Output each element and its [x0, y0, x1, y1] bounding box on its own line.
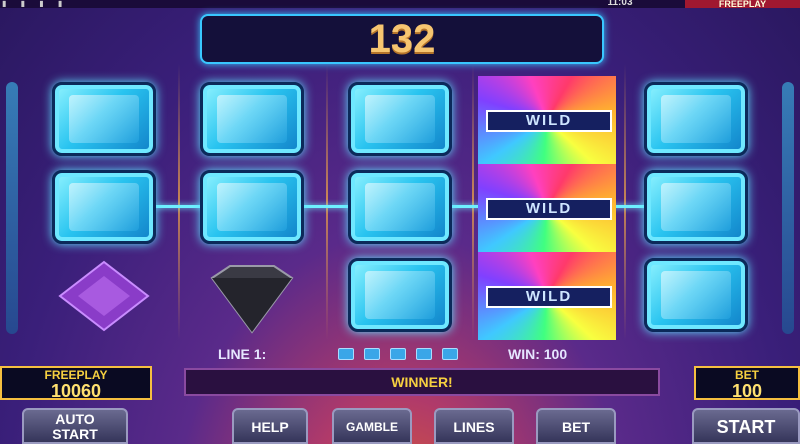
line-symbol-marker	[338, 348, 354, 360]
payline	[154, 205, 204, 208]
wild-symbol: WILD	[478, 252, 616, 340]
auto-start-label-line2: START	[52, 426, 98, 442]
right-line-indicator	[782, 82, 794, 334]
ice-gem-symbol	[644, 258, 748, 332]
wild-symbol: WILD	[478, 76, 616, 164]
reel-divider	[326, 64, 328, 340]
line-symbol-marker	[364, 348, 380, 360]
credit-panel: FREEPLAY 10060	[0, 366, 152, 400]
auto-start-label-line1: AUTO	[55, 411, 95, 427]
lines-button[interactable]: LINES	[434, 408, 514, 444]
bet-panel: BET 100	[694, 366, 800, 400]
reel-divider	[624, 64, 626, 340]
wild-label: WILD	[486, 198, 612, 220]
ice-gem-symbol	[348, 170, 452, 244]
ice-gem-symbol	[200, 82, 304, 156]
start-button[interactable]: START	[692, 408, 800, 444]
gamble-button[interactable]: GAMBLE	[332, 408, 412, 444]
payline	[302, 205, 352, 208]
bet-value: 100	[731, 381, 763, 401]
win-amount: 132	[368, 17, 436, 61]
status-bar: ▮ ▮ ▮ ▮ 11:03 FREEPLAY	[0, 0, 800, 9]
bet-label: BET	[735, 368, 759, 382]
ice-gem-symbol	[200, 170, 304, 244]
ice-gem-symbol	[52, 170, 156, 244]
help-label: HELP	[251, 419, 289, 435]
dark-diamond-symbol	[210, 265, 294, 334]
credit-label: FREEPLAY	[44, 368, 108, 382]
wild-symbol: WILD	[478, 164, 616, 252]
ice-gem-symbol	[644, 170, 748, 244]
gamble-label: GAMBLE	[346, 420, 398, 434]
clock: 11:03	[607, 0, 633, 8]
lines-label: LINES	[453, 419, 495, 435]
help-button[interactable]: HELP	[232, 408, 308, 444]
wild-label: WILD	[486, 110, 612, 132]
bet-button[interactable]: BET	[536, 408, 616, 444]
win-display: 132	[200, 14, 604, 64]
ice-gem-symbol	[348, 258, 452, 332]
line-symbol-marker	[442, 348, 458, 360]
mode-indicator: FREEPLAY	[685, 0, 800, 9]
start-label: START	[716, 417, 776, 437]
ice-gem-symbol	[644, 82, 748, 156]
line-symbol-marker	[390, 348, 406, 360]
line-win-label: WIN: 100	[508, 346, 568, 362]
reel-divider	[472, 64, 474, 340]
auto-start-button[interactable]: AUTO START	[22, 408, 128, 444]
ice-gem-symbol	[348, 82, 452, 156]
purple-diamond-symbol	[58, 260, 150, 332]
bet-button-label: BET	[562, 419, 590, 435]
line-symbol-marker	[416, 348, 432, 360]
credit-value: 10060	[50, 381, 102, 401]
left-line-indicator	[6, 82, 18, 334]
line-label: LINE 1:	[218, 346, 267, 362]
message-bar: WINNER!	[184, 368, 660, 396]
wild-label: WILD	[486, 286, 612, 308]
status-icons: ▮ ▮ ▮ ▮	[2, 0, 69, 8]
ice-gem-symbol	[52, 82, 156, 156]
reel-divider	[178, 64, 180, 340]
